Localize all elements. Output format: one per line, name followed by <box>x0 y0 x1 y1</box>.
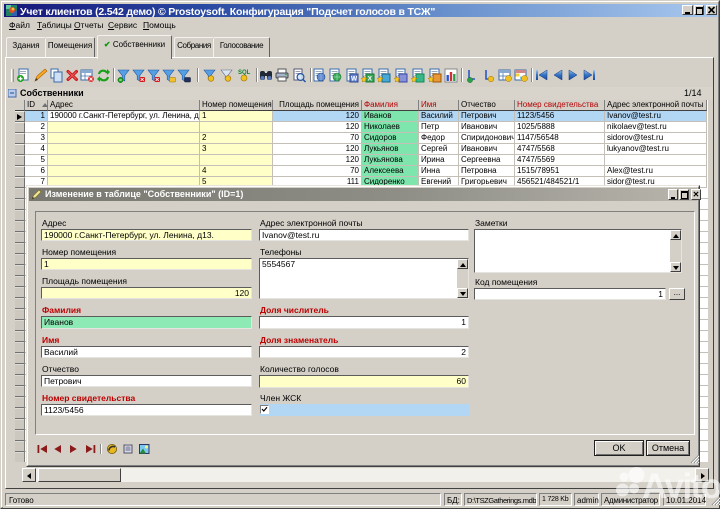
svg-text:Avito: Avito <box>642 467 720 506</box>
svg-text:X: X <box>368 76 373 83</box>
svg-text:W: W <box>351 76 358 83</box>
